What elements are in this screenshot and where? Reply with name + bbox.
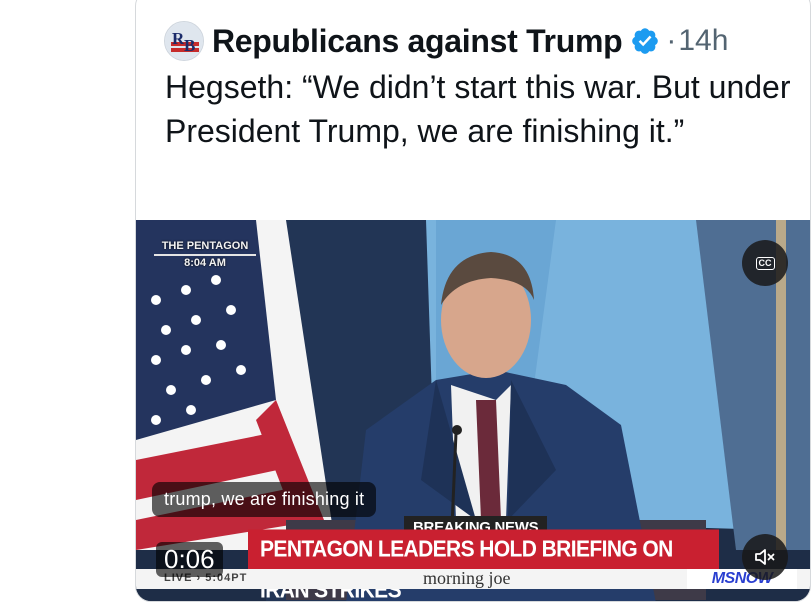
show-name: morning joe	[423, 568, 511, 588]
caption-overlay: trump, we are finishing it	[152, 482, 377, 517]
muted-speaker-icon	[755, 549, 775, 565]
author-name[interactable]: Republicans against Trump	[212, 23, 623, 60]
author-avatar[interactable]: R B	[164, 21, 204, 61]
mute-toggle-button[interactable]	[742, 534, 788, 580]
elapsed-time: 0:06	[156, 542, 223, 577]
post-header: R B Republicans against Trump · 14h	[164, 19, 728, 63]
video-player[interactable]: THE PENTAGON 8:04 AM CC trump, we are fi…	[136, 220, 810, 601]
location-tag: THE PENTAGON 8:04 AM	[154, 240, 256, 269]
verified-badge-icon	[632, 28, 659, 54]
post-text: Hegseth: “We didn’t start this war. But …	[165, 69, 791, 149]
avatar-logo: R B	[165, 22, 203, 60]
post-timestamp[interactable]: 14h	[678, 24, 728, 58]
location-tag-title: THE PENTAGON	[161, 240, 249, 252]
separator-dot: ·	[666, 24, 677, 57]
closed-captions-icon: CC	[755, 256, 775, 270]
svg-text:B: B	[184, 36, 195, 55]
post-card[interactable]: R B Republicans against Trump · 14h Hegs…	[135, 0, 811, 602]
location-tag-divider	[154, 254, 256, 256]
closed-captions-button[interactable]: CC	[742, 240, 788, 286]
news-headline-banner: PENTAGON LEADERS HOLD BRIEFING ON IRAN S…	[248, 529, 719, 601]
location-tag-time: 8:04 AM	[184, 257, 226, 269]
